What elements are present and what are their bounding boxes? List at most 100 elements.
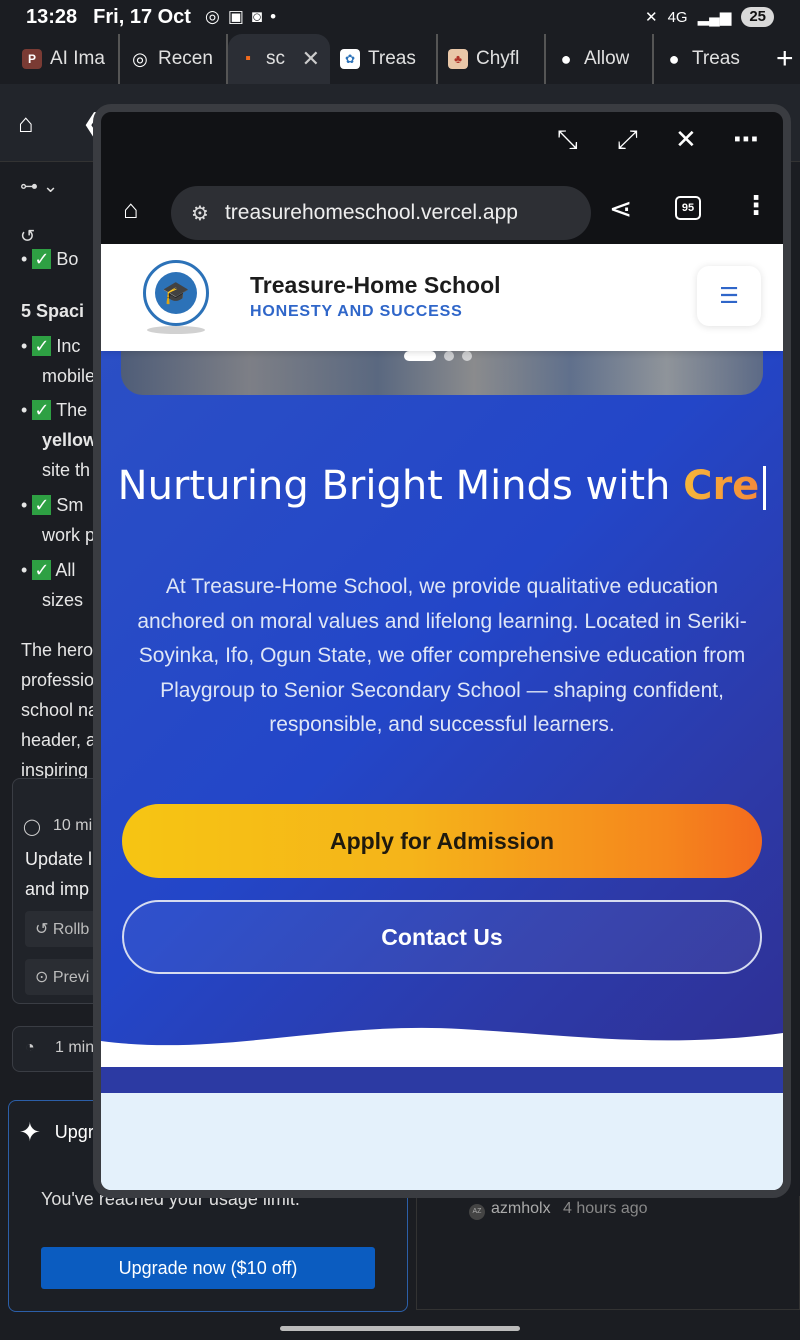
slider-dot[interactable] <box>462 351 472 361</box>
slider-dot[interactable] <box>404 351 436 361</box>
bg-text-line: school na <box>21 700 99 720</box>
bg-text-line: sizes <box>42 590 84 610</box>
tab-favicon-icon: ▪ <box>245 50 251 67</box>
url-text: treasurehomeschool.vercel.app <box>224 201 518 224</box>
instagram-icon: ◙ <box>251 7 263 26</box>
status-bar: 13:28 Fri, 17 Oct ◎ ▣ ◙ • ✕ 4G ▂▄▆ 25 <box>0 0 800 34</box>
site-header: 🎓 Treasure-Home School HONESTY AND SUCCE… <box>101 244 783 351</box>
mute-icon: ✕ <box>645 9 658 26</box>
browser-tab[interactable]: ✿ Treas <box>330 34 438 84</box>
github-icon: ● <box>668 48 680 69</box>
tab-label: Chyfl <box>476 48 520 69</box>
school-name: Treasure-Home School <box>250 272 501 298</box>
card-line: and imp <box>25 879 90 899</box>
hero-intro: At Treasure-Home School, we provide qual… <box>137 575 747 736</box>
slider-dot[interactable] <box>444 351 454 361</box>
browser-tab-strip: P AI Ima ◎ Recen ▪ sc ✕ ✿ Treas ♣ Chyfl … <box>0 34 800 84</box>
tab-label: Treas <box>368 48 416 69</box>
card-line: Update l <box>25 849 93 869</box>
check-circle-icon: ◯ <box>23 819 41 836</box>
tab-favicon-icon: P <box>22 49 42 69</box>
tab-count-button[interactable]: 95 <box>675 196 701 220</box>
next-section <box>101 1093 783 1190</box>
status-date: Fri, 17 Oct <box>93 5 191 28</box>
logo-shadow <box>147 326 205 334</box>
browser-tab[interactable]: P AI Ima <box>12 34 120 84</box>
window-controls: ⤡ ⤢ ✕ ⋯ <box>101 112 783 174</box>
graduation-cap-icon: 🎓 <box>155 272 197 314</box>
address-row: ⌂ ⚙ treasurehomeschool.vercel.app ⋖ 95 ⋮ <box>101 174 783 244</box>
notification-icons: ◎ ▣ ◙ • <box>205 7 276 27</box>
bg-text-line: work p <box>42 525 96 545</box>
close-icon[interactable]: ✕ <box>675 124 697 155</box>
sparkle-icon: ✦ <box>19 1117 41 1147</box>
upgrade-button[interactable]: Upgrade now ($10 off) <box>41 1247 375 1289</box>
share-icon[interactable]: ⋖ <box>609 192 632 225</box>
maximize-icon[interactable]: ⤢ <box>617 124 638 156</box>
speedometer-icon: ◔ <box>25 1039 35 1056</box>
tab-favicon-icon: ♣ <box>448 49 468 69</box>
status-time: 13:28 <box>26 5 78 28</box>
site-settings-icon[interactable]: ⚙ <box>191 201 209 226</box>
school-motto: HONESTY AND SUCCESS <box>250 303 463 320</box>
time-ago: 4 hours ago <box>563 1200 648 1217</box>
bg-text-line: yellow <box>42 430 98 450</box>
home-icon[interactable]: ⌂ <box>123 194 139 225</box>
bg-text-line: • ✓ All <box>21 560 76 580</box>
browser-tab[interactable]: ♣ Chyfl <box>438 34 546 84</box>
author-name: azmholx <box>491 1200 551 1217</box>
school-logo[interactable]: 🎓 <box>143 260 209 326</box>
whatsapp-icon: ◎ <box>204 7 220 26</box>
bg-text-line: • ✓ The <box>21 400 88 420</box>
hamburger-menu-button[interactable]: ☰ <box>697 266 761 326</box>
status-dot: • <box>270 7 277 26</box>
new-tab-icon[interactable]: + <box>776 42 794 76</box>
bg-text-line: site th <box>42 460 91 480</box>
slider-dots <box>404 351 472 361</box>
tab-label: Allow <box>584 48 630 69</box>
typing-cursor <box>763 466 767 510</box>
tab-label: Treas <box>692 48 740 69</box>
browser-tab[interactable]: ◎ Recen <box>120 34 228 84</box>
more-options-icon[interactable]: ⋯ <box>733 124 759 155</box>
browser-tab-active[interactable]: ▪ sc ✕ <box>228 34 330 84</box>
bg-text-line: 5 Spaci <box>21 301 85 321</box>
headline-accent: Cre <box>683 463 760 509</box>
tab-label: AI Ima <box>50 48 105 69</box>
contact-us-button[interactable]: Contact Us <box>122 900 762 974</box>
speed-label: 1 min <box>55 1039 95 1056</box>
bg-text-line: mobile <box>42 366 96 386</box>
hero-section: Nurturing Bright Minds with Cre At Treas… <box>101 331 783 1091</box>
gesture-bar[interactable] <box>280 1326 520 1331</box>
bg-text-line: • ✓ Bo <box>21 249 79 269</box>
branch-icon[interactable]: ⊶ ⌄ <box>20 176 58 197</box>
tab-favicon-icon: ◎ <box>132 48 148 69</box>
bg-text-line: professio <box>21 670 95 690</box>
tab-label: sc <box>266 48 285 69</box>
network-label: 4G <box>667 8 688 26</box>
card-time: 10 mi <box>53 817 93 834</box>
browser-tab[interactable]: ● Treas <box>654 34 762 84</box>
tab-favicon-icon: ✿ <box>340 49 360 69</box>
signal-icon: ▂▄▆ <box>697 9 732 26</box>
menu-icon[interactable]: ⋮ <box>743 190 769 221</box>
home-icon[interactable]: ⌂ <box>18 108 34 139</box>
minimize-icon[interactable]: ⤡ <box>557 124 578 156</box>
commit-info: AZ azmholx 4 hours ago <box>416 1196 800 1310</box>
address-bar[interactable]: ⚙ treasurehomeschool.vercel.app <box>171 186 591 240</box>
apply-admission-button[interactable]: Apply for Admission <box>122 804 762 878</box>
camera-icon: ▣ <box>227 7 244 26</box>
tab-label: Recen <box>158 48 213 69</box>
author-avatar: AZ <box>469 1204 485 1220</box>
github-icon: ● <box>560 48 572 69</box>
section-divider <box>101 1067 783 1093</box>
browser-tab[interactable]: ● Allow <box>546 34 654 84</box>
close-tab-icon[interactable]: ✕ <box>302 46 320 72</box>
hero-headline: Nurturing Bright Minds with Cre <box>101 463 783 510</box>
bg-text-line: The hero <box>21 640 94 660</box>
bg-text-line: • ✓ Inc <box>21 336 81 356</box>
website-viewport: 🎓 Treasure-Home School HONESTY AND SUCCE… <box>101 244 783 1190</box>
floating-browser-window: ⤡ ⤢ ✕ ⋯ ⌂ ⚙ treasurehomeschool.vercel.ap… <box>93 104 791 1198</box>
bg-text-line: • ✓ Sm <box>21 495 84 515</box>
upgrade-title: ✦ Upgr <box>19 1117 94 1147</box>
